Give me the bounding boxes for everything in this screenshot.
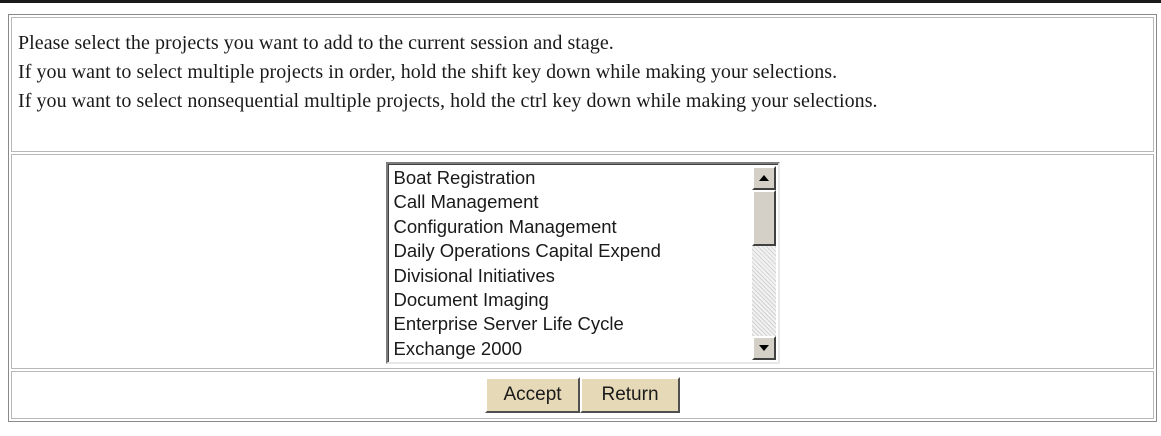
scrollbar-thumb[interactable] [751, 190, 776, 246]
project-selection-form: Please select the projects you want to a… [8, 14, 1157, 422]
scroll-down-button[interactable] [751, 336, 776, 360]
arrow-up-icon [758, 175, 769, 181]
instruction-line-2: If you want to select multiple projects … [18, 61, 838, 83]
instruction-line-1: Please select the projects you want to a… [18, 32, 614, 54]
project-option[interactable]: Document Imaging [394, 288, 748, 312]
project-option[interactable]: Enterprise Server Life Cycle [394, 312, 748, 336]
return-button[interactable]: Return [580, 377, 680, 413]
instructions-panel: Please select the projects you want to a… [11, 17, 1154, 152]
project-option[interactable]: Divisional Initiatives [394, 264, 748, 288]
top-horizontal-rule [0, 0, 1161, 3]
instruction-line-3: If you want to select nonsequential mult… [18, 90, 878, 112]
project-option[interactable]: Exchange 2000 [394, 337, 748, 361]
accept-button[interactable]: Accept [485, 377, 580, 413]
project-list-panel: Boat Registration Call Management Config… [11, 154, 1154, 369]
project-option[interactable]: Daily Operations Capital Expend [394, 239, 748, 263]
project-option[interactable]: Call Management [394, 190, 748, 214]
vertical-scrollbar[interactable] [751, 166, 776, 360]
projects-list-items: Boat Registration Call Management Config… [394, 166, 748, 361]
arrow-down-icon [758, 345, 769, 351]
scroll-up-button[interactable] [751, 166, 776, 190]
project-option[interactable]: Boat Registration [394, 166, 748, 190]
project-option[interactable]: Configuration Management [394, 215, 748, 239]
projects-multi-select[interactable]: Boat Registration Call Management Config… [385, 162, 780, 364]
actions-panel: Accept Return [11, 371, 1154, 419]
